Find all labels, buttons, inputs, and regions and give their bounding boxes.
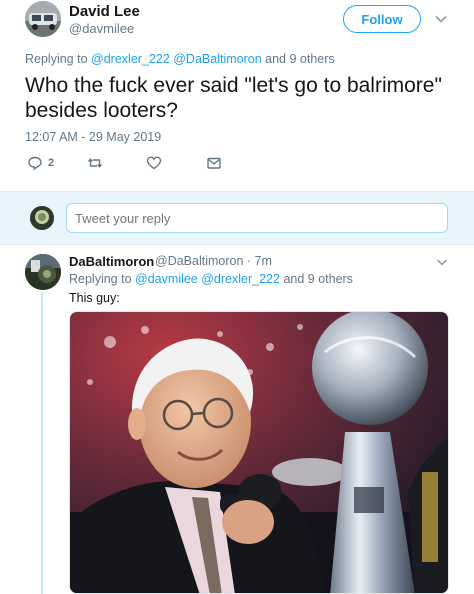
author-name[interactable]: David Lee (69, 3, 140, 20)
reply-count: 2 (48, 157, 55, 169)
message-icon (207, 157, 221, 169)
like-button[interactable] (146, 155, 162, 171)
reply-input[interactable] (66, 203, 448, 233)
reply-author-name[interactable]: DaBaltimoron (69, 254, 154, 269)
thread-line (41, 292, 43, 594)
tweet-text: Who the fuck ever said "let's go to balr… (25, 74, 442, 122)
retweet-icon (87, 158, 103, 168)
reply-author-meta[interactable]: @DaBaltimoron · 7m (155, 254, 272, 268)
reply-prefix: Replying to (25, 52, 88, 66)
mention-link[interactable]: @drexler_222 (201, 272, 280, 286)
chevron-down-icon[interactable] (436, 256, 448, 268)
mention-link[interactable]: @DaBaltimoron (173, 52, 261, 66)
tweet-actions: 2 (25, 155, 245, 173)
reply-button[interactable]: 2 (27, 155, 54, 171)
reply-author-avatar[interactable] (25, 254, 61, 290)
follow-button[interactable]: Follow (343, 5, 421, 33)
reply-composer (0, 192, 474, 244)
reply-context: Replying to @drexler_222 @DaBaltimoron a… (25, 52, 335, 66)
mention-link[interactable]: @drexler_222 (91, 52, 170, 66)
reply-others[interactable]: and 9 others (283, 272, 353, 286)
tweet-timestamp[interactable]: 12:07 AM - 29 May 2019 (25, 130, 161, 144)
current-user-avatar (30, 206, 54, 230)
direct-message-button[interactable] (206, 155, 222, 171)
reply-tweet: DaBaltimoron @DaBaltimoron · 7m Replying… (0, 244, 474, 594)
reply-context: Replying to @davmilee @drexler_222 and 9… (69, 272, 353, 286)
author-handle[interactable]: @davmilee (69, 21, 134, 36)
author-avatar[interactable] (25, 1, 61, 37)
attached-photo[interactable] (69, 311, 449, 594)
retweet-button[interactable] (87, 155, 103, 171)
reply-icon (28, 156, 42, 171)
chevron-down-icon[interactable] (434, 12, 448, 26)
reply-prefix: Replying to (69, 272, 132, 286)
like-icon (146, 156, 162, 170)
reply-others[interactable]: and 9 others (265, 52, 335, 66)
reply-text: This guy: (69, 291, 120, 305)
mention-link[interactable]: @davmilee (135, 272, 198, 286)
